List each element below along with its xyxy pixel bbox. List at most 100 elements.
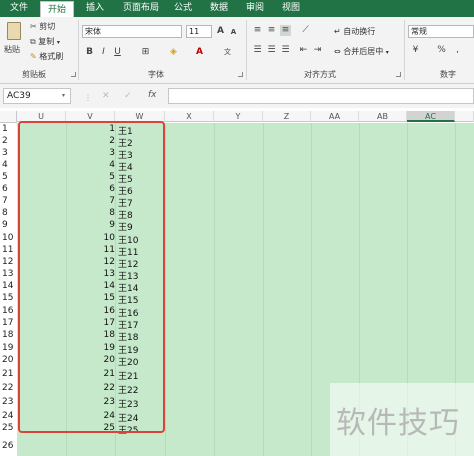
chevron-down-icon[interactable]: ▾ <box>62 92 65 99</box>
fill-color-icon[interactable]: ◈ <box>168 47 179 58</box>
tab-page-layout[interactable]: 页面布局 <box>116 0 166 17</box>
row-header[interactable]: 22 <box>0 383 16 393</box>
tab-data[interactable]: 数据 <box>204 0 234 17</box>
ribbon-separator <box>404 20 405 80</box>
row-header[interactable]: 15 <box>0 293 16 303</box>
tab-home[interactable]: 开始 <box>40 1 74 17</box>
cancel-icon[interactable]: ✕ <box>102 91 110 101</box>
brush-icon: ✎ <box>30 52 37 61</box>
row-header[interactable]: 9 <box>0 220 16 230</box>
row-header[interactable]: 23 <box>0 397 16 407</box>
alignment-launcher-icon[interactable] <box>396 72 401 77</box>
row-header[interactable]: 1 <box>0 124 16 134</box>
bold-icon[interactable]: B <box>84 47 95 58</box>
grid-line <box>214 123 215 456</box>
column-header[interactable]: AB <box>359 111 407 122</box>
wrap-text-icon: ↵ <box>334 27 341 36</box>
italic-icon[interactable]: I <box>98 47 109 58</box>
comma-button[interactable]: , <box>452 45 463 56</box>
row-header[interactable]: 13 <box>0 269 16 279</box>
tab-formulas[interactable]: 公式 <box>168 0 198 17</box>
underline-icon[interactable]: U <box>112 47 123 58</box>
align-bottom-icon[interactable]: ≡ <box>280 25 291 36</box>
column-header[interactable]: AA <box>311 111 359 122</box>
clipboard-icon <box>7 22 21 40</box>
row-header[interactable]: 8 <box>0 208 16 218</box>
formula-bar: AC39 ▾ ⋮ ✕ ✓ fx <box>0 84 474 108</box>
formula-bar-divider: ⋮ <box>84 93 92 102</box>
align-center-icon[interactable]: ☰ <box>266 45 277 56</box>
merge-icon: ⇔ <box>334 47 341 56</box>
align-top-icon[interactable]: ≡ <box>252 25 263 36</box>
cut-label: 剪切 <box>39 22 56 31</box>
wrap-text-label: 自动换行 <box>343 27 376 36</box>
row-header[interactable]: 20 <box>0 355 16 365</box>
insert-function-icon[interactable]: fx <box>148 90 157 100</box>
row-header[interactable]: 14 <box>0 281 16 291</box>
copy-button[interactable]: ⧉ 复制 ▾ <box>30 36 60 47</box>
group-label-clipboard: 剪贴板 <box>22 70 46 79</box>
row-header[interactable]: 21 <box>0 369 16 379</box>
font-size-select[interactable]: 11 <box>186 25 212 38</box>
number-format-select[interactable]: 常规 <box>408 25 474 38</box>
row-header[interactable]: 25 <box>0 423 16 433</box>
row-header[interactable]: 5 <box>0 172 16 182</box>
tab-view[interactable]: 视图 <box>276 0 306 17</box>
row-header[interactable]: 24 <box>0 411 16 421</box>
row-header[interactable]: 11 <box>0 245 16 255</box>
paste-button[interactable]: 粘贴 <box>4 20 26 66</box>
decrease-font-icon[interactable]: A <box>228 27 239 38</box>
font-launcher-icon[interactable] <box>238 72 243 77</box>
percent-button[interactable]: % <box>436 45 447 56</box>
wrap-text-button[interactable]: ↵ 自动换行 <box>334 26 375 37</box>
grid-line <box>165 123 166 456</box>
column-header[interactable]: Z <box>263 111 311 122</box>
column-header[interactable]: X <box>165 111 214 122</box>
row-header[interactable]: 2 <box>0 136 16 146</box>
tab-review[interactable]: 审阅 <box>240 0 270 17</box>
increase-indent-icon[interactable]: ⇥ <box>312 45 323 56</box>
group-label-number: 数字 <box>440 70 456 79</box>
align-right-icon[interactable]: ☰ <box>280 45 291 56</box>
group-label-font: 字体 <box>148 70 164 79</box>
format-painter-button[interactable]: ✎ 格式刷 <box>30 51 63 62</box>
orientation-icon[interactable]: ⟋ <box>300 25 311 36</box>
copy-label: 复制 <box>38 37 55 46</box>
column-header-selected[interactable]: AC <box>407 111 455 122</box>
row-header[interactable]: 10 <box>0 233 16 243</box>
row-header[interactable]: 17 <box>0 318 16 328</box>
align-middle-icon[interactable]: ≡ <box>266 25 277 36</box>
merge-center-button[interactable]: ⇔ 合并后居中 ▾ <box>334 46 389 57</box>
decrease-indent-icon[interactable]: ⇤ <box>298 45 309 56</box>
row-header[interactable]: 7 <box>0 196 16 206</box>
font-color-icon[interactable]: A <box>194 47 205 58</box>
grid-line <box>263 123 264 456</box>
row-header[interactable]: 12 <box>0 257 16 267</box>
clipboard-launcher-icon[interactable] <box>71 72 76 77</box>
name-box[interactable]: AC39 <box>3 88 71 104</box>
ribbon-tab-bar: 文件 开始 插入 页面布局 公式 数据 审阅 视图 <box>0 0 474 17</box>
column-header[interactable] <box>455 111 474 122</box>
increase-font-icon[interactable]: A <box>215 26 226 37</box>
row-header[interactable]: 18 <box>0 330 16 340</box>
row-header[interactable]: 4 <box>0 160 16 170</box>
align-left-icon[interactable]: ☰ <box>252 45 263 56</box>
row-header[interactable]: 19 <box>0 343 16 353</box>
scissors-icon: ✂ <box>30 22 37 31</box>
formula-input[interactable] <box>168 88 474 104</box>
currency-icon[interactable]: ¥ <box>410 45 421 56</box>
enter-icon[interactable]: ✓ <box>124 91 132 101</box>
highlight-box <box>18 121 165 433</box>
tab-insert[interactable]: 插入 <box>78 0 112 17</box>
row-header[interactable]: 26 <box>0 441 16 451</box>
phonetic-icon[interactable]: 文 <box>222 47 233 58</box>
row-header[interactable]: 16 <box>0 306 16 316</box>
tab-file[interactable]: 文件 <box>0 0 38 17</box>
select-all-corner[interactable] <box>0 111 17 123</box>
row-header[interactable]: 3 <box>0 148 16 158</box>
cut-button[interactable]: ✂ 剪切 <box>30 21 55 32</box>
column-header[interactable]: Y <box>214 111 263 122</box>
row-header[interactable]: 6 <box>0 184 16 194</box>
borders-icon[interactable]: ⊞ <box>140 47 151 58</box>
font-name-select[interactable]: 宋体 <box>82 25 182 38</box>
